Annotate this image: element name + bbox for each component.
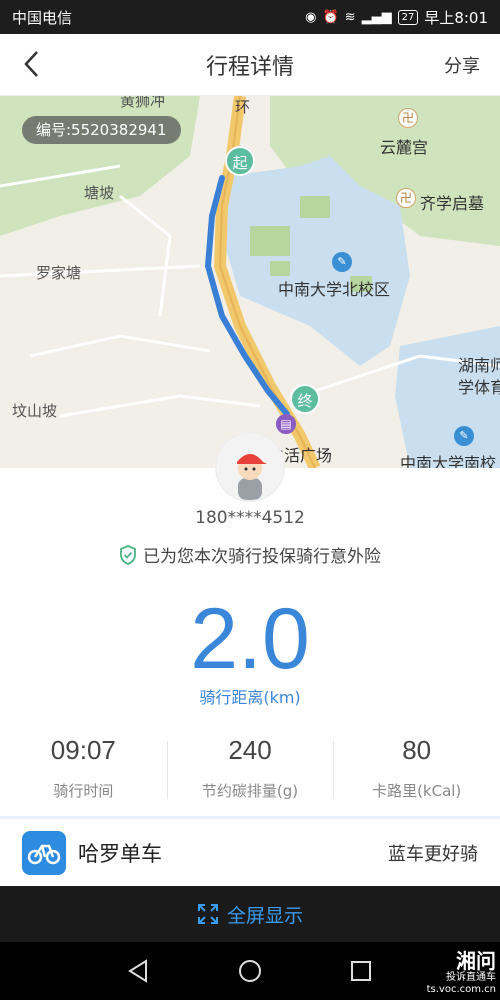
wifi-icon: ≋ [344,9,356,25]
order-number-badge: 编号:5520382941 [22,116,181,144]
stat-label: 卡路里(kCal) [372,782,462,800]
fullscreen-button[interactable]: 全屏显示 [0,886,500,942]
avatar [215,432,285,502]
watermark-title: 湘问 [456,949,496,973]
fullscreen-label: 全屏显示 [226,904,303,927]
stat-carbon-saved: 240 节约碳排量(g) [166,735,334,805]
circle-home-icon [239,960,261,982]
battery-indicator: 27 [397,9,419,25]
route-map[interactable]: 编号:5520382941 黄狮冲 塘坡 罗家塘 坟山坡 环 卍 云麓宫 卍 齐… [0,96,500,468]
distance-value: 2.0 [190,591,310,687]
alarm-icon: ⏰ [322,9,339,25]
brand-name: 哈罗单车 [78,841,162,866]
watermark-url: ts.voc.com.cn [426,984,496,995]
system-back-button[interactable] [124,956,154,986]
rider-avatar-icon [217,434,283,500]
carrier-label: 中国电信 [12,8,73,27]
stat-value: 240 [228,735,272,765]
start-marker[interactable]: 起 [225,146,255,176]
nav-bar: 行程详情 分享 [0,34,500,96]
map-label-yunlugong: 云麓宫 [380,138,429,157]
stat-ride-time: 09:07 骑行时间 [0,735,167,805]
triangle-back-icon [128,959,147,983]
map-label-ring-road: 环 [235,98,251,116]
map-label-csu-north: 中南大学北校区 [278,280,391,299]
signal-icon: ▂▄▆ [361,9,392,25]
insurance-text: 已为您本次骑行投保骑行意外险 [143,547,381,567]
shopping-bag-icon: ▤ [276,414,296,434]
distance-label: 骑行距离(km) [199,688,301,707]
back-button[interactable] [12,44,52,84]
chevron-left-icon [24,51,38,77]
school-icon: ✎ [332,252,352,272]
map-label-hunan-sports: 湖南师 [458,356,500,375]
clock: 早上8:01 [424,8,488,27]
shield-check-icon [120,544,136,565]
square-recents-icon [351,961,371,981]
stat-value: 80 [402,735,432,765]
map-label-fenshanpo: 坟山坡 [12,402,58,420]
share-button[interactable]: 分享 [444,52,480,78]
stat-label: 骑行时间 [53,782,114,800]
watermark: 湘问 投诉直通车 ts.voc.com.cn [427,950,496,996]
expand-icon [197,904,218,924]
map-label-hunan-sports-2: 学体育 [458,378,500,397]
tomb-icon: 卍 [396,188,416,208]
trip-stats: 09:07 骑行时间 240 节约碳排量(g) 80 卡路里(kCal) [0,735,500,805]
brand-slogan: 蓝车更好骑 [388,843,478,865]
system-recents-button[interactable] [346,956,376,986]
insurance-notice: 已为您本次骑行投保骑行意外险 [0,542,500,567]
brand-logo [22,830,66,875]
watermark-subtitle: 投诉直通车 [446,972,496,983]
stat-label: 节约碳排量(g) [201,782,299,800]
map-label-csu-south: 中南大学南校 [400,454,497,468]
stat-calories: 80 卡路里(kCal) [333,735,500,805]
brand-bar: 哈罗单车 蓝车更好骑 [0,816,500,886]
page-title: 行程详情 [205,54,294,80]
rider-phone: 180****4512 [195,508,305,528]
status-icons: ◉ ⏰ ≋ ▂▄▆ 27 早上8:01 [305,7,488,28]
system-navigation-bar: 湘问 投诉直通车 ts.voc.com.cn [0,942,500,1000]
map-label-luojiatang: 罗家塘 [36,264,82,282]
school-icon-south: ✎ [454,426,474,446]
map-label-huangshichong: 黄狮冲 [120,96,166,110]
stat-value: 09:07 [50,735,116,765]
system-home-button[interactable] [235,956,265,986]
bicycle-icon [27,844,61,864]
map-label-tangpo: 塘坡 [84,184,115,202]
location-icon: ◉ [305,9,317,25]
status-bar: 中国电信 ◉ ⏰ ≋ ▂▄▆ 27 早上8:01 [0,0,500,34]
temple-icon: 卍 [398,108,418,128]
map-label-qixueqimu: 齐学启墓 [420,194,485,213]
end-marker[interactable]: 终 [290,384,320,414]
